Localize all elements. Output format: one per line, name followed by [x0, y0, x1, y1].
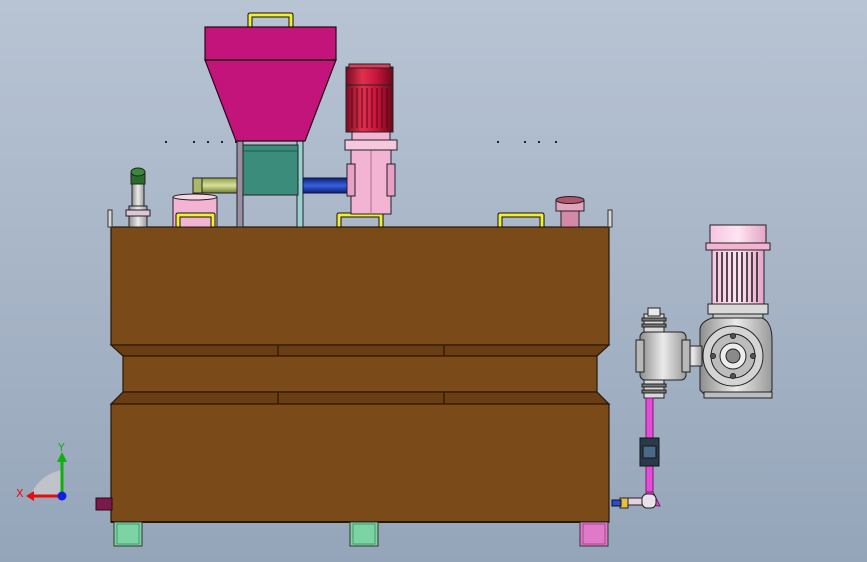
- pump-dosing-head: [639, 331, 687, 381]
- pump-motor: [711, 249, 765, 305]
- drain-nozzle[interactable]: [95, 497, 113, 511]
- axis-label-y: Y: [57, 441, 65, 454]
- mixer-agitator[interactable]: [344, 63, 398, 215]
- foot-left: [113, 521, 143, 547]
- dosing-tank[interactable]: [109, 226, 611, 523]
- foot-center: [349, 521, 379, 547]
- tank-chamfer-lower: [109, 391, 611, 405]
- cad-scene[interactable]: Y X: [0, 0, 867, 562]
- screw-feeder-shaft: [192, 177, 238, 194]
- mixer-motor: [345, 83, 394, 133]
- feed-pipe: [302, 177, 354, 194]
- foot-right: [579, 521, 609, 547]
- axis-label-x: X: [16, 487, 24, 500]
- tank-upper-section: [110, 226, 610, 346]
- tank-middle-band: [122, 355, 598, 393]
- tank-lower-section: [110, 403, 610, 523]
- screw-feeder-body: [242, 144, 299, 196]
- tank-chamfer-upper: [109, 344, 611, 357]
- cad-viewport[interactable]: Y X: [0, 0, 867, 562]
